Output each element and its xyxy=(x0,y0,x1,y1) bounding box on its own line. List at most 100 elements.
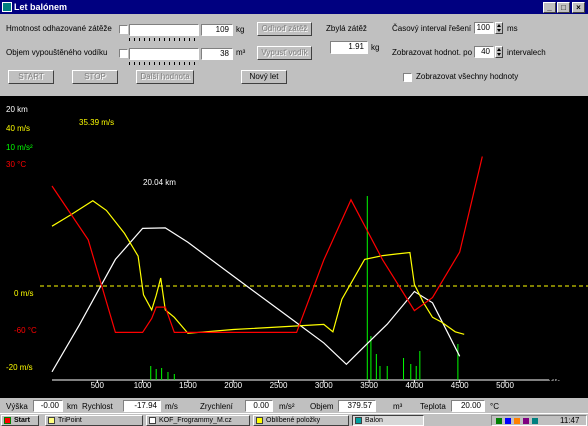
keyboard-icon[interactable] xyxy=(532,418,538,424)
remaining-unit: kg xyxy=(371,43,380,52)
height-status-value: -0.00 xyxy=(33,400,63,412)
gas-field[interactable]: 38 xyxy=(201,48,233,60)
time-interval-spinner[interactable] xyxy=(495,22,503,34)
folder-icon xyxy=(256,417,263,424)
accel-scale-label: 10 m/s² xyxy=(6,143,33,152)
show-values-field[interactable]: 40 xyxy=(474,46,494,58)
height-scale-label: 20 km xyxy=(6,105,28,114)
temp-scale-label: 30 °C xyxy=(6,160,27,169)
accel-status-value: 0.00 xyxy=(245,400,273,412)
max-height-annotation: 20.04 km xyxy=(143,178,176,187)
task-label: Oblíbené položky xyxy=(266,417,321,424)
temp-status-unit: °C xyxy=(490,402,499,411)
temp-status-label: Teplota xyxy=(420,402,446,411)
x-tick-label: 2500 xyxy=(270,381,288,390)
volume-status-unit: m³ xyxy=(393,402,403,411)
task-label: Balon xyxy=(365,417,383,424)
task-label: TriPoint xyxy=(58,417,82,424)
min-speed-label: -20 m/s xyxy=(6,363,33,372)
minimize-button[interactable]: _ xyxy=(543,2,556,13)
display-icon[interactable] xyxy=(523,418,529,424)
volume-status-label: Objem xyxy=(310,402,334,411)
network-icon[interactable] xyxy=(496,418,502,424)
plot-canvas: 500 1000 1500 2000 2500 3000 3500 4000 4500 5000 xyxy=(40,156,588,390)
height-status-unit: km xyxy=(67,402,78,411)
release-gas-button[interactable]: Vypusť vodík xyxy=(257,46,312,60)
app-icon xyxy=(355,417,362,424)
accel-status-unit: m/s² xyxy=(279,402,295,411)
weight-checkbox[interactable] xyxy=(119,25,128,34)
drop-weight-button[interactable]: Odhoď zátěž xyxy=(257,22,312,36)
gas-checkbox[interactable] xyxy=(119,49,128,58)
time-interval-label: Časový interval řešení xyxy=(392,24,472,33)
task-label: KOF_Frogrammy_M.cz xyxy=(159,417,232,424)
temp-series-line xyxy=(51,156,483,333)
time-axis-unit: t/s xyxy=(549,376,562,388)
show-values-unit: intervalech xyxy=(507,48,546,57)
maximize-button[interactable]: □ xyxy=(557,2,570,13)
new-flight-button[interactable]: Nový let xyxy=(241,70,287,84)
x-tick-label: 1500 xyxy=(179,381,197,390)
stop-button[interactable]: STOP xyxy=(72,70,118,84)
status-bar: Výška -0.00 km Rychlost -17.94 m/s Zrych… xyxy=(0,399,588,413)
x-tick-label: 3500 xyxy=(360,381,378,390)
x-tick-label: 4500 xyxy=(451,381,469,390)
start-label: Start xyxy=(14,417,30,424)
show-values-spinner[interactable] xyxy=(495,46,503,58)
zero-speed-label: 0 m/s xyxy=(14,289,34,298)
x-tick-label: 500 xyxy=(91,381,105,390)
height-status-label: Výška xyxy=(6,402,28,411)
x-tick-label: 4000 xyxy=(406,381,424,390)
x-tick-label: 1000 xyxy=(134,381,152,390)
application-window: Let balónem _ □ × Hmotnost odhazované zá… xyxy=(0,0,588,426)
weight-slider-ticks xyxy=(129,38,199,41)
gas-slider[interactable] xyxy=(129,48,199,60)
min-temp-label: -60 °C xyxy=(14,326,37,335)
volume-icon[interactable] xyxy=(505,418,511,424)
gas-label: Objem vypouštěného vodíku xyxy=(6,48,108,57)
clock[interactable]: 11:47 xyxy=(560,416,579,426)
app-icon xyxy=(2,2,12,12)
x-tick-label: 2000 xyxy=(224,381,242,390)
system-tray: 11:47 xyxy=(491,415,587,426)
antivirus-icon[interactable] xyxy=(514,418,520,424)
start-button[interactable]: START xyxy=(8,70,54,84)
title-bar[interactable]: Let balónem _ □ × xyxy=(0,0,588,14)
show-all-checkbox[interactable] xyxy=(403,73,412,82)
volume-status-value: 379.57 xyxy=(338,400,376,412)
show-all-label: Zobrazovat všechny hodnoty xyxy=(416,72,519,81)
speed-status-value: -17.94 xyxy=(123,400,161,412)
height-series-line xyxy=(51,227,461,373)
weight-label: Hmotnost odhazované zátěže xyxy=(6,24,112,33)
gas-slider-ticks xyxy=(129,62,199,65)
time-interval-field[interactable]: 100 xyxy=(474,22,494,34)
start-menu-button[interactable]: Start xyxy=(1,415,39,426)
speed-series-line xyxy=(51,199,465,335)
x-tick-label: 5000 xyxy=(496,381,514,390)
time-interval-unit: ms xyxy=(507,24,518,33)
task-favorites[interactable]: Oblíbené položky xyxy=(253,415,349,426)
accel-status-label: Zrychlení xyxy=(200,402,233,411)
speed-status-label: Rychlost xyxy=(82,402,113,411)
speed-scale-label: 40 m/s xyxy=(6,124,31,133)
speed-status-unit: m/s xyxy=(165,402,178,411)
windows-logo-icon xyxy=(4,417,11,424)
remaining-label: Zbylá zátěž xyxy=(326,24,367,33)
taskbar: Start TriPoint KOF_Frogrammy_M.cz Oblíbe… xyxy=(0,413,588,426)
program-icon xyxy=(48,417,55,424)
task-balon[interactable]: Balon xyxy=(352,415,424,426)
remaining-field: 1.91 xyxy=(330,41,368,54)
weight-field[interactable]: 109 xyxy=(201,24,233,36)
close-button[interactable]: × xyxy=(572,2,585,13)
task-tripoint[interactable]: TriPoint xyxy=(45,415,143,426)
weight-unit: kg xyxy=(236,25,245,34)
x-tick-label: 3000 xyxy=(315,381,333,390)
max-speed-annotation: 35.39 m/s xyxy=(79,118,115,127)
window-title: Let balónem xyxy=(14,2,68,12)
gas-unit: m³ xyxy=(236,48,246,57)
weight-slider[interactable] xyxy=(129,24,199,36)
document-icon xyxy=(149,417,156,424)
temp-status-value: 20.00 xyxy=(451,400,485,412)
next-value-button[interactable]: Další hodnota xyxy=(136,70,194,84)
task-kof[interactable]: KOF_Frogrammy_M.cz xyxy=(146,415,250,426)
